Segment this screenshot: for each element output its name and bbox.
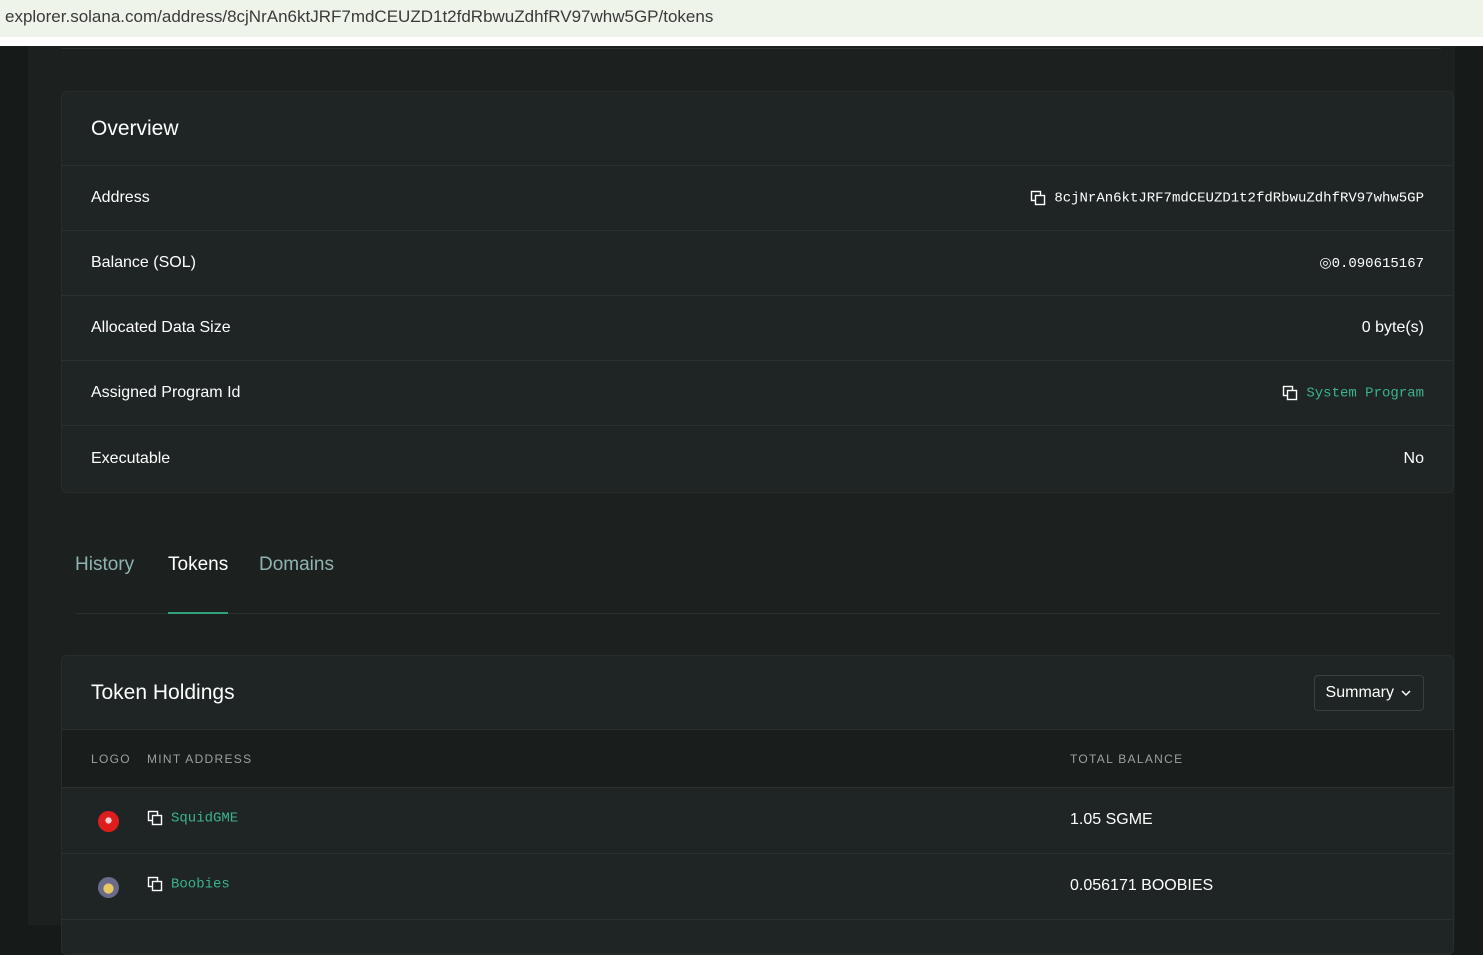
executable-value: No	[1403, 449, 1424, 467]
balance-value: 1.05 SGME	[1070, 811, 1153, 828]
token-logo	[98, 877, 119, 898]
holdings-title: Token Holdings	[91, 680, 235, 704]
overview-header: Overview	[62, 92, 1453, 166]
overview-row-executable: Executable No	[62, 426, 1453, 491]
summary-label: Summary	[1325, 683, 1394, 701]
copy-icon[interactable]	[1030, 190, 1046, 206]
table-row: SquidGME 1.05 SGME	[62, 788, 1453, 854]
overview-row-address: Address 8cjNrAn6ktJRF7mdCEUZD1t2fdRbwuZd…	[62, 166, 1453, 231]
copy-icon[interactable]	[147, 876, 163, 892]
balance-value: 0.056171 BOOBIES	[1070, 877, 1214, 894]
overview-title: Overview	[91, 116, 179, 140]
column-header-balance: TOTAL BALANCE	[1070, 752, 1184, 766]
tab-domains[interactable]: Domains	[259, 554, 334, 614]
tab-tokens[interactable]: Tokens	[168, 554, 229, 614]
balance-value: ◎0.090615167	[1319, 255, 1424, 272]
table-row: Boobies 0.056171 BOOBIES	[62, 854, 1453, 920]
page-content: Overview Address 8cjNrAn6ktJRF7mdCEUZD1t…	[28, 46, 1455, 955]
summary-dropdown[interactable]: Summary	[1313, 674, 1424, 711]
holdings-header: Token Holdings Summary	[62, 656, 1453, 730]
row-label: Assigned Program Id	[91, 384, 241, 401]
overview-row-data-size: Allocated Data Size 0 byte(s)	[62, 296, 1453, 361]
chevron-down-icon	[1401, 689, 1411, 696]
row-label: Allocated Data Size	[91, 319, 231, 336]
tab-history[interactable]: History	[75, 554, 134, 614]
address-value: 8cjNrAn6ktJRF7mdCEUZD1t2fdRbwuZdhfRV97wh…	[1054, 190, 1424, 207]
address-tabs: History Tokens Domains	[75, 544, 1440, 614]
token-logo	[98, 811, 119, 832]
address-bar[interactable]: explorer.solana.com/address/8cjNrAn6ktJR…	[0, 0, 1483, 37]
row-label: Address	[91, 189, 150, 206]
copy-icon[interactable]	[1282, 385, 1298, 401]
overview-row-balance: Balance (SOL) ◎0.090615167	[62, 231, 1453, 296]
program-id-link[interactable]: System Program	[1306, 385, 1424, 401]
holdings-table-header: LOGO MINT ADDRESS TOTAL BALANCE	[62, 730, 1453, 788]
overview-card: Overview Address 8cjNrAn6ktJRF7mdCEUZD1t…	[61, 91, 1454, 493]
data-size-value: 0 byte(s)	[1361, 319, 1424, 336]
overview-row-program-id: Assigned Program Id System Program	[62, 361, 1453, 426]
top-divider	[61, 48, 1441, 49]
mint-link[interactable]: SquidGME	[171, 811, 238, 827]
column-header-mint: MINT ADDRESS	[147, 752, 253, 766]
column-header-logo: LOGO	[91, 752, 131, 766]
token-holdings-card: Token Holdings Summary LOGO MINT ADDRESS…	[61, 655, 1454, 955]
mint-link[interactable]: Boobies	[171, 877, 230, 893]
copy-icon[interactable]	[147, 810, 163, 826]
browser-divider	[0, 37, 1483, 46]
row-label: Executable	[91, 449, 171, 467]
row-label: Balance (SOL)	[91, 254, 196, 271]
